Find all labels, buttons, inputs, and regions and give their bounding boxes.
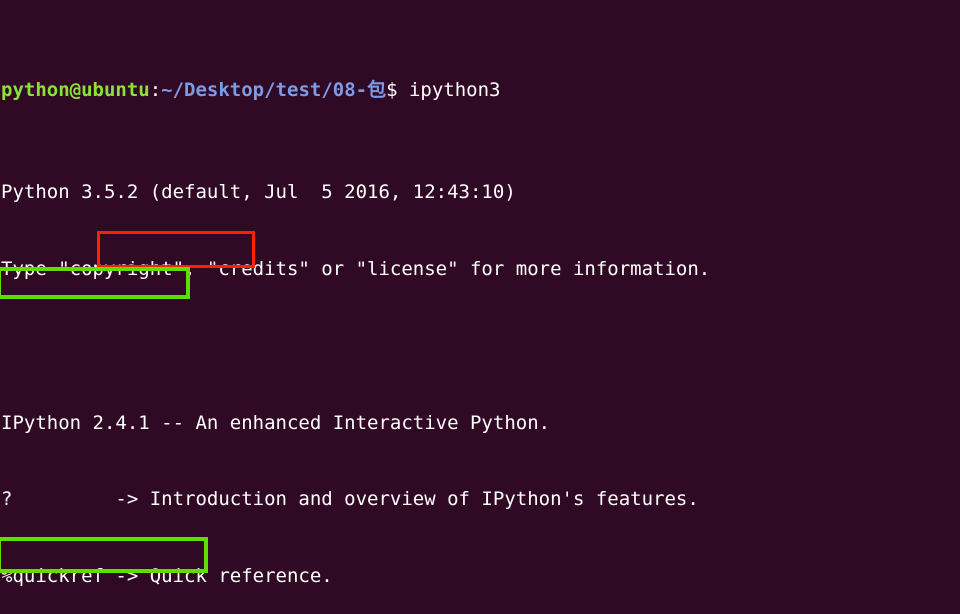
prompt-sigil: $: [386, 78, 398, 101]
type-help-line: Type "copyright", "credits" or "license"…: [1, 257, 711, 280]
prompt-user-host: python@ubuntu: [1, 78, 150, 101]
terminal-screen: python@ubuntu:~/Desktop/test/08-包$ ipyth…: [0, 0, 859, 614]
prompt-path: ~/Desktop/test/08-包: [161, 78, 387, 101]
terminal-window[interactable]: python@ubuntu:~/Desktop/test/08-包$ ipyth…: [0, 0, 960, 614]
help-question-line: ? -> Introduction and overview of IPytho…: [1, 488, 699, 511]
shell-prompt-line: python@ubuntu:~/Desktop/test/08-包$ ipyth…: [1, 78, 859, 104]
prompt-colon: :: [149, 78, 162, 101]
help-quickref-line: %quickref -> Quick reference.: [1, 565, 333, 588]
ipython-banner-line: IPython 2.4.1 -- An enhanced Interactive…: [1, 411, 551, 434]
python-version-line: Python 3.5.2 (default, Jul 5 2016, 12:43…: [1, 181, 516, 204]
prompt-command: ipython3: [397, 78, 501, 101]
